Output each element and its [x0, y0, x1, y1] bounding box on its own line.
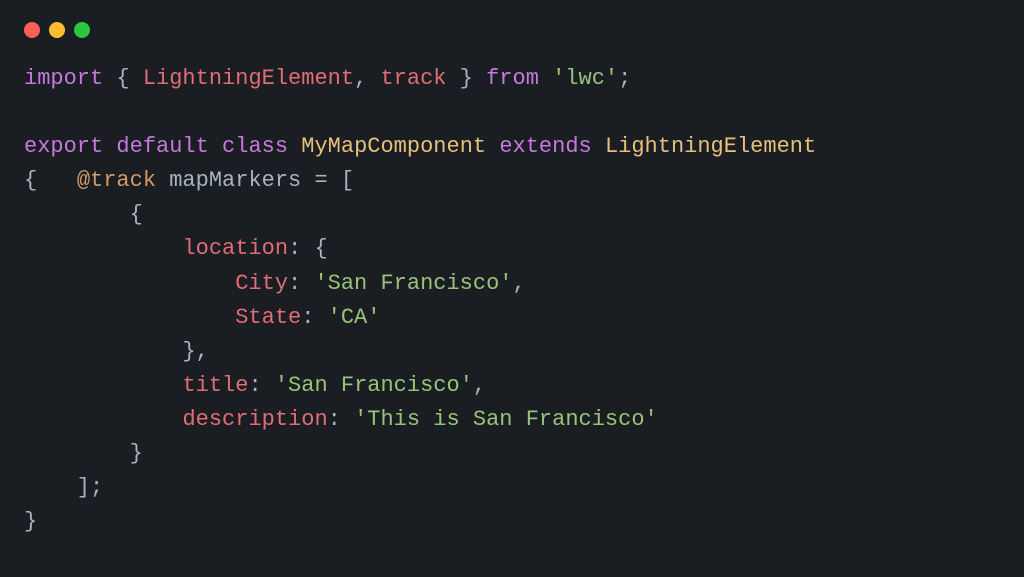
- property: description: [182, 407, 327, 432]
- colon: :: [248, 373, 274, 398]
- string-literal: 'San Francisco': [275, 373, 473, 398]
- code-line: { @track mapMarkers = [: [24, 168, 354, 193]
- space: [288, 134, 301, 159]
- brace: {: [24, 168, 77, 193]
- space: [209, 134, 222, 159]
- keyword-class: class: [222, 134, 288, 159]
- indent: [24, 271, 235, 296]
- indent: [24, 407, 182, 432]
- code-line: ];: [24, 475, 103, 500]
- window-maximize-dot[interactable]: [74, 22, 90, 38]
- keyword-from: from: [486, 66, 539, 91]
- comma: ,: [354, 66, 380, 91]
- colon: :: [288, 271, 314, 296]
- comma: ,: [473, 373, 486, 398]
- keyword-import: import: [24, 66, 103, 91]
- brace-close: }: [446, 66, 486, 91]
- window-close-dot[interactable]: [24, 22, 40, 38]
- string-literal: 'This is San Francisco': [354, 407, 658, 432]
- comma: ,: [513, 271, 526, 296]
- decorator: @track: [77, 168, 156, 193]
- space: [103, 134, 116, 159]
- indent: [24, 305, 235, 330]
- window-minimize-dot[interactable]: [49, 22, 65, 38]
- code-line: }: [24, 441, 143, 466]
- code-line: City: 'San Francisco',: [24, 271, 526, 296]
- colon: :: [301, 305, 327, 330]
- code-window: import { LightningElement, track } from …: [0, 0, 1024, 577]
- string-literal: 'San Francisco': [314, 271, 512, 296]
- semicolon: ;: [618, 66, 631, 91]
- code-line: {: [24, 202, 143, 227]
- class-name: MyMapComponent: [301, 134, 486, 159]
- code-line: export default class MyMapComponent exte…: [24, 134, 816, 159]
- code-line: State: 'CA': [24, 305, 380, 330]
- brace-close: }: [24, 509, 37, 534]
- space: [486, 134, 499, 159]
- identifier: LightningElement: [143, 66, 354, 91]
- bracket-close: ];: [24, 475, 103, 500]
- property: State: [235, 305, 301, 330]
- property: location: [182, 236, 288, 261]
- keyword-default: default: [116, 134, 208, 159]
- property: title: [182, 373, 248, 398]
- code-line: import { LightningElement, track } from …: [24, 66, 631, 91]
- code-line: description: 'This is San Francisco': [24, 407, 658, 432]
- property: City: [235, 271, 288, 296]
- code-line: title: 'San Francisco',: [24, 373, 486, 398]
- code-line: }: [24, 509, 37, 534]
- indent: [24, 373, 182, 398]
- space: [539, 66, 552, 91]
- code-line: },: [24, 339, 209, 364]
- brace-close: },: [24, 339, 209, 364]
- brace-close: }: [24, 441, 143, 466]
- string-literal: 'lwc': [552, 66, 618, 91]
- class-name: LightningElement: [605, 134, 816, 159]
- brace-open: {: [103, 66, 143, 91]
- titlebar: [0, 0, 1024, 48]
- space: [592, 134, 605, 159]
- code-editor[interactable]: import { LightningElement, track } from …: [0, 48, 1024, 539]
- keyword-export: export: [24, 134, 103, 159]
- string-literal: 'CA': [328, 305, 381, 330]
- assignment: mapMarkers = [: [156, 168, 354, 193]
- code-line: location: {: [24, 236, 328, 261]
- identifier: track: [380, 66, 446, 91]
- indent: [24, 236, 182, 261]
- keyword-extends: extends: [499, 134, 591, 159]
- colon-brace: : {: [288, 236, 328, 261]
- brace: {: [24, 202, 143, 227]
- colon: :: [328, 407, 354, 432]
